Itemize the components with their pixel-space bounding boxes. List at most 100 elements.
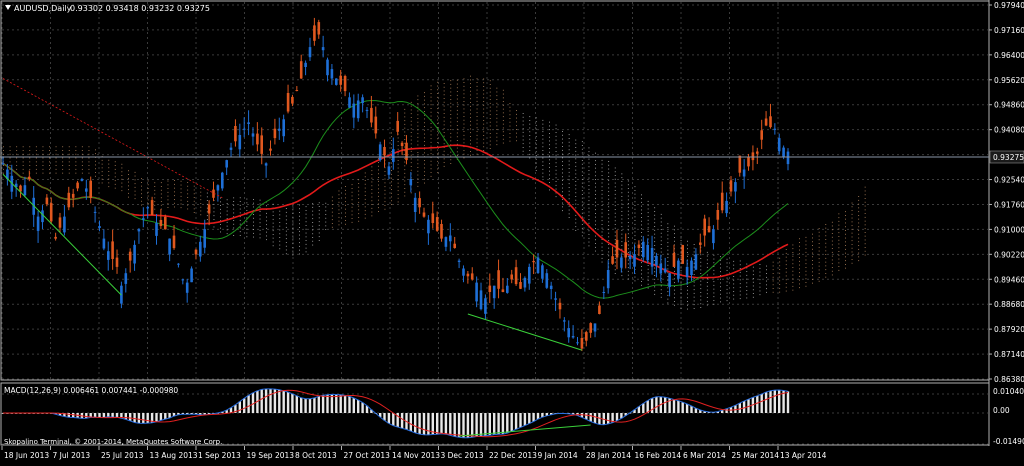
cloud-dot: [404, 180, 406, 182]
cloud-dot: [641, 247, 642, 248]
cloud-dot: [410, 113, 412, 115]
cloud-dot: [568, 141, 570, 143]
cloud-dot: [318, 228, 320, 230]
candle-body: [221, 172, 224, 189]
cloud-dot: [62, 161, 64, 163]
cloud-dot: [634, 216, 636, 218]
cloud-dot: [410, 135, 412, 137]
cloud-dot: [542, 146, 544, 148]
cloud-dot: [55, 161, 57, 163]
cloud-dot: [562, 131, 563, 132]
cloud-dot: [371, 166, 373, 168]
cloud-dot: [641, 277, 642, 279]
cloud-dot: [167, 207, 169, 208]
cloud-dot: [193, 193, 195, 195]
cloud-dot: [410, 154, 412, 156]
cloud-dot: [667, 302, 669, 304]
cloud-dot: [299, 215, 300, 217]
cloud-dot: [167, 184, 169, 186]
cloud-dot: [595, 250, 596, 252]
cloud-dot: [733, 260, 735, 262]
cloud-dot: [595, 175, 596, 177]
cloud-dot: [147, 203, 149, 204]
cloud-dot: [838, 258, 840, 260]
cloud-dot: [831, 233, 833, 234]
cloud-dot: [233, 201, 235, 202]
cloud-dot: [292, 224, 294, 226]
macd-histogram-bar: [778, 390, 781, 413]
cloud-dot: [502, 135, 504, 136]
cloud-dot: [693, 259, 695, 260]
cloud-dot: [358, 220, 360, 222]
cloud-dot: [292, 209, 294, 211]
cloud-dot: [595, 194, 596, 195]
cloud-dot: [654, 267, 656, 269]
cloud-dot: [785, 271, 787, 273]
cloud-dot: [128, 181, 129, 183]
cloud-dot: [542, 123, 544, 125]
cloud-dot: [667, 230, 669, 232]
cloud-dot: [700, 254, 702, 256]
cloud-dot: [785, 290, 787, 292]
macd-histogram-bar: [129, 413, 132, 421]
cloud-dot: [858, 218, 860, 220]
cloud-dot: [456, 140, 458, 141]
macd-histogram-bar: [677, 400, 680, 413]
cloud-dot: [483, 108, 485, 110]
cloud-dot: [35, 150, 37, 151]
cloud-dot: [410, 101, 412, 103]
cloud-dot: [805, 263, 807, 265]
cloud-dot: [417, 178, 419, 180]
cloud-dot: [680, 236, 682, 238]
cloud-dot: [595, 197, 596, 199]
cloud-dot: [529, 127, 531, 129]
cloud-dot: [489, 125, 491, 127]
cloud-dot: [706, 300, 708, 302]
cloud-dot: [272, 230, 274, 232]
cloud-dot: [213, 207, 215, 209]
cloud-dot: [489, 106, 491, 108]
cloud-dot: [134, 175, 136, 177]
cloud-dot: [601, 216, 603, 218]
cloud-dot: [588, 177, 590, 179]
cloud-dot: [845, 215, 846, 216]
cloud-dot: [9, 150, 11, 151]
cloud-dot: [706, 282, 708, 283]
cloud-dot: [667, 298, 669, 300]
candle-body: [85, 188, 88, 192]
time-tick-label: 6 Mar 2014: [683, 451, 726, 460]
cloud-dot: [75, 153, 77, 155]
cloud-dot: [213, 215, 215, 217]
cloud-dot: [608, 259, 610, 260]
cloud-dot: [805, 270, 807, 272]
cloud-dot: [16, 168, 18, 170]
candle-body: [330, 69, 334, 79]
cloud-dot: [529, 116, 531, 118]
chart-canvas[interactable]: 0.979400.971600.964000.956200.948600.940…: [0, 0, 1024, 462]
cloud-dot: [535, 117, 537, 119]
cloud-dot: [114, 180, 116, 182]
chart-window[interactable]: 0.97940 0.97160 0.96400 0.95620 0.94860 0.940…: [0, 0, 1024, 462]
cloud-dot: [522, 131, 524, 133]
cloud-dot: [404, 142, 406, 144]
cloud-dot: [331, 196, 333, 198]
cloud-dot: [627, 218, 629, 220]
cloud-dot: [838, 213, 840, 215]
cloud-dot: [851, 259, 853, 260]
cloud-dot: [851, 217, 853, 219]
cloud-dot: [68, 157, 70, 159]
cloud-dot: [845, 222, 846, 224]
cloud-dot: [226, 233, 228, 235]
cloud-dot: [614, 250, 616, 252]
cloud-dot: [766, 291, 767, 293]
cloud-dot: [595, 220, 596, 222]
cloud-dot: [627, 222, 629, 223]
cloud-dot: [29, 150, 31, 151]
candle-body: [751, 152, 755, 161]
cloud-dot: [108, 159, 110, 161]
cloud-dot: [562, 195, 563, 196]
cloud-dot: [476, 97, 478, 99]
candle-body: [545, 273, 549, 288]
cloud-dot: [667, 253, 669, 255]
cloud-dot: [864, 209, 866, 211]
